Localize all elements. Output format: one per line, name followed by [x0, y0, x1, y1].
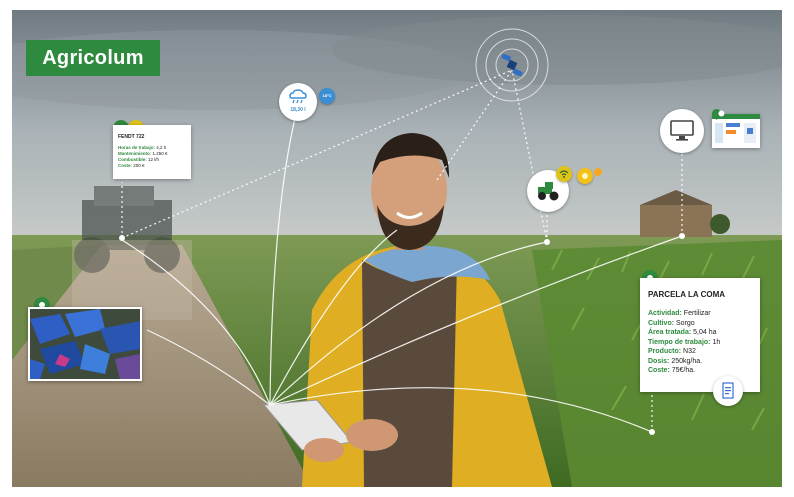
document-bubble	[713, 376, 743, 406]
row-key: Cultivo:	[648, 319, 675, 327]
row-value: Sorgo	[676, 319, 695, 327]
row-value: 1h	[712, 338, 721, 346]
row-value: Fertilizar	[683, 310, 711, 317]
row-value: 250kg/ha.	[671, 357, 703, 365]
temperature-badge: 18°C	[319, 88, 335, 104]
rain-cloud-icon	[288, 89, 308, 104]
row-value: 200 €	[133, 163, 145, 168]
monitor-bubble	[660, 109, 704, 153]
parcel-row: Dosis: 250kg/ha.	[648, 357, 752, 367]
row-key: Dosis:	[648, 357, 670, 365]
row-key: Mantenimiento:	[118, 151, 152, 156]
row-value: N32	[683, 348, 696, 355]
monitor-icon	[670, 120, 694, 147]
tractor-icon	[535, 181, 561, 206]
status-dot	[594, 168, 602, 176]
row-key: Horas de trabajo:	[118, 145, 156, 150]
row-value: 4,2 h	[156, 145, 167, 150]
row-key: Combustible:	[118, 157, 147, 162]
row-value: 12 l/h	[148, 157, 160, 162]
row-value: 5,04 ha	[693, 329, 717, 336]
machine-title: FENDT 722	[118, 134, 145, 140]
satellite-icon	[498, 53, 526, 77]
hero-image: Agricolum 18,30 l 18°C FENDT 722 Horas d…	[12, 10, 782, 487]
row-key: Área tratada:	[648, 329, 692, 336]
brand-logo: Agricolum	[26, 40, 160, 76]
machine-card: FENDT 722 Horas de trabajo: 4,2 h Manten…	[113, 125, 191, 179]
row-value: 75€/ha.	[671, 367, 696, 374]
weather-bubble: 18,30 l	[279, 83, 317, 121]
row-key: Coste:	[118, 163, 133, 168]
wifi-icon	[559, 170, 569, 178]
map-thumbnail	[28, 307, 142, 381]
rainfall-value: 18,30 l	[290, 107, 306, 113]
dashboard-thumbnail	[712, 114, 760, 148]
row-key: Tiempo de trabajo:	[648, 338, 711, 346]
row-value: 1.250 €	[152, 151, 168, 156]
row-key: Producto:	[648, 348, 682, 355]
machine-row: Coste: 200 €	[118, 163, 186, 169]
parcel-row: Actividad: Fertilizar	[648, 309, 752, 319]
row-key: Coste:	[648, 367, 670, 374]
farm-scene	[12, 10, 782, 487]
parcel-row: Producto: N32	[648, 347, 752, 357]
parcel-card: PARCELA LA COMA Actividad: Fertilizar Cu…	[640, 278, 760, 392]
parcel-row: Cultivo: Sorgo	[648, 319, 752, 329]
parcel-row: Tiempo de trabajo: 1h	[648, 338, 752, 348]
parcel-row: Área tratada: 5,04 ha	[648, 328, 752, 338]
temperature-value: 18°C	[322, 93, 332, 98]
sun-badge	[577, 168, 593, 184]
sun-icon	[582, 173, 588, 179]
wifi-badge	[556, 166, 572, 182]
parcel-title: PARCELA LA COMA	[648, 290, 726, 299]
parcel-row: Coste: 75€/ha.	[648, 366, 752, 376]
row-key: Actividad:	[648, 310, 682, 317]
document-icon	[722, 382, 734, 399]
